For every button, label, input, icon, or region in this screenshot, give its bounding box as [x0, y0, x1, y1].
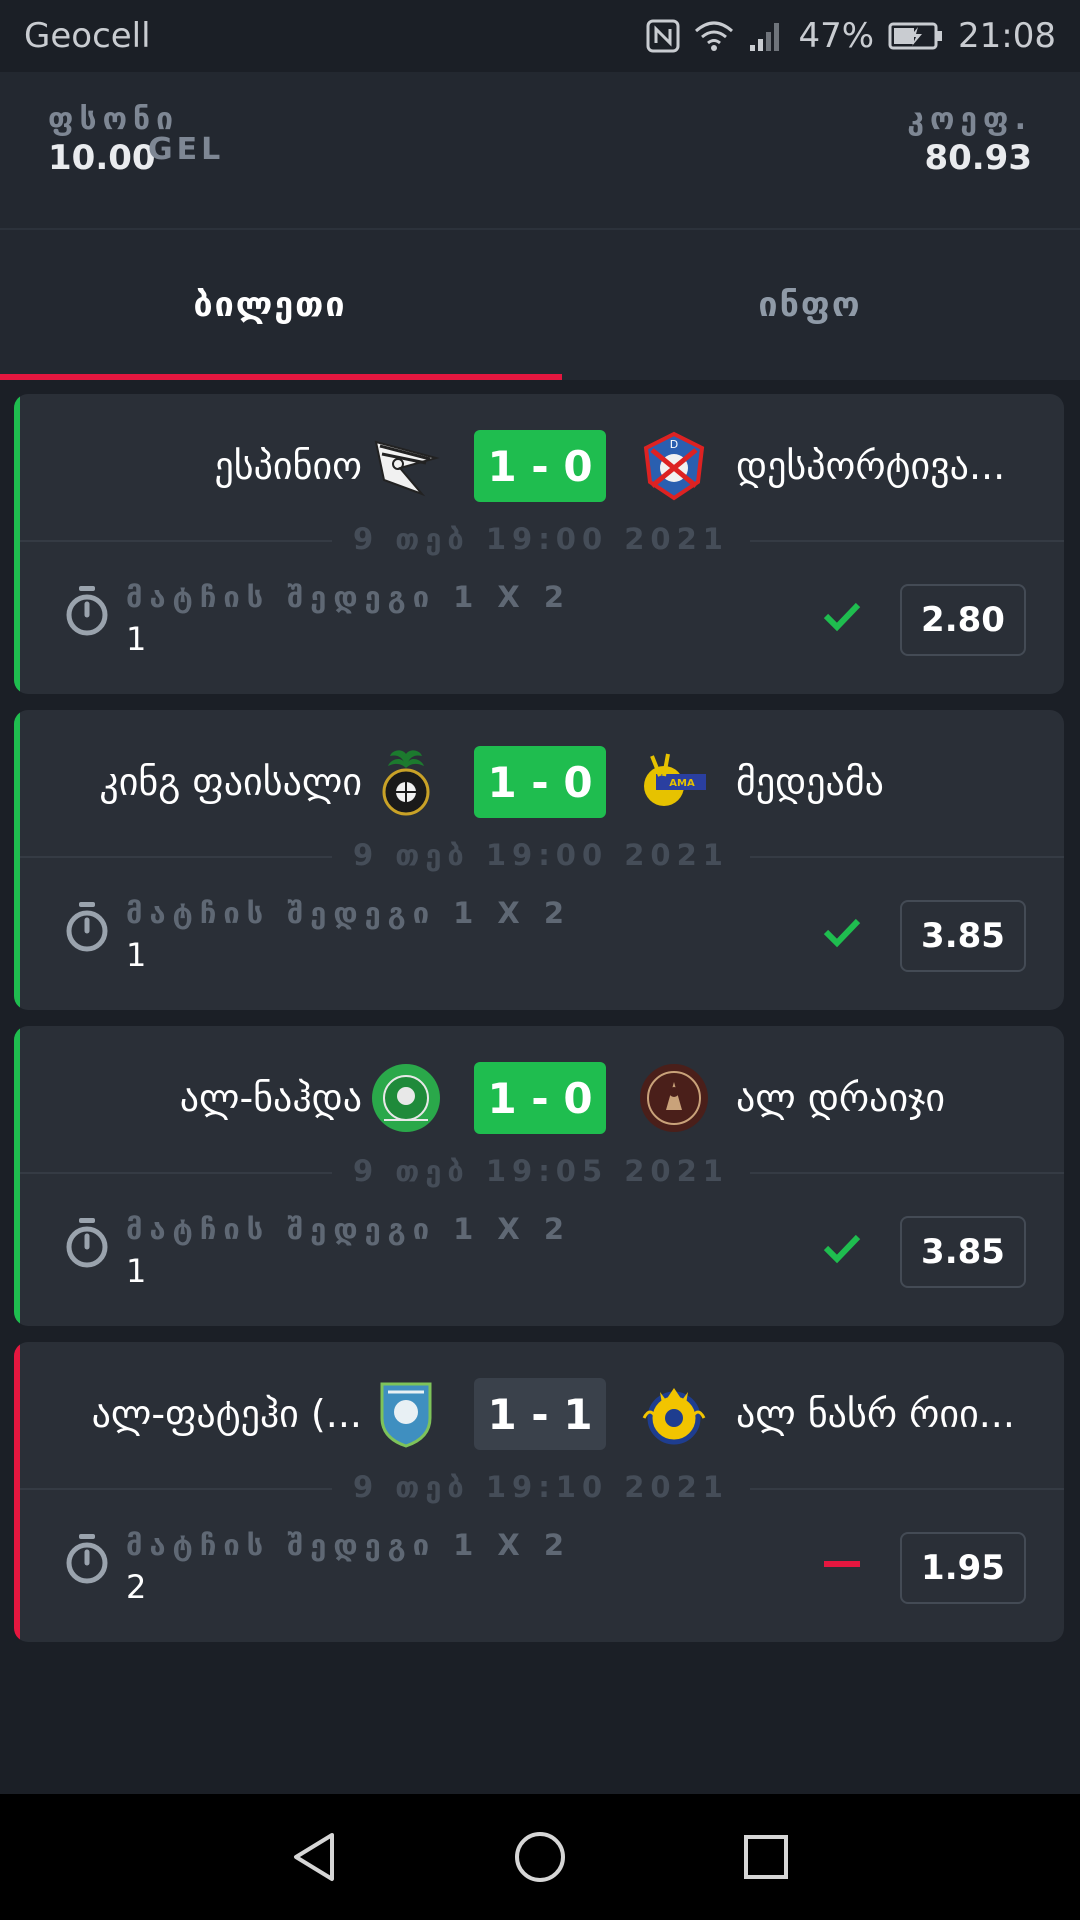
away-team-logo-icon: AMA	[638, 746, 710, 818]
match-row: კინგ ფაისალი 1 - 0 AMA მედეამა	[14, 746, 1064, 818]
divider	[750, 856, 1064, 858]
market-name: მატჩის შედეგი 1 X 2	[126, 896, 572, 930]
signal-icon	[748, 19, 784, 53]
away-team-logo-icon	[638, 1378, 710, 1450]
bet-card[interactable]: კინგ ფაისალი 1 - 0 AMA მედეამა 9 თებ 19:…	[14, 710, 1064, 1010]
match-score: 1 - 0	[474, 1062, 606, 1134]
divider	[20, 856, 332, 858]
battery-charging-icon	[888, 21, 944, 51]
home-team-logo-icon	[370, 1062, 442, 1134]
match-row: ესპინიო 1 - 0 D დესპორტივა...	[14, 430, 1064, 502]
home-team-logo-icon	[370, 1378, 442, 1450]
divider	[20, 1172, 332, 1174]
home-team-name: ესპინიო	[214, 444, 362, 488]
home-team-logo-icon	[370, 430, 442, 502]
match-date: 9 თებ 19:00 2021	[353, 838, 729, 872]
odds-box: 2.80	[900, 584, 1026, 656]
divider	[750, 1172, 1064, 1174]
status-indicators: 47% 21:08	[646, 16, 1056, 56]
selection: 1	[126, 1252, 147, 1290]
check-icon	[823, 602, 861, 632]
market-name: მატჩის შედეგი 1 X 2	[126, 1528, 572, 1562]
bet-list: ესპინიო 1 - 0 D დესპორტივა... 9 თებ 19:0…	[14, 394, 1064, 1642]
home-team-logo-icon	[370, 746, 442, 818]
match-row: ალ-ფატეჰი (... 1 - 1 ალ ნასრ რიი...	[14, 1378, 1064, 1450]
divider	[20, 1488, 332, 1490]
divider	[750, 1488, 1064, 1490]
back-triangle-icon	[294, 1833, 334, 1881]
match-date: 9 თებ 19:10 2021	[353, 1470, 729, 1504]
recents-button[interactable]	[738, 1829, 794, 1885]
odds-label: კოეფ.	[907, 102, 1032, 137]
away-team-logo-icon	[638, 1062, 710, 1134]
odds-box: 3.85	[900, 1216, 1026, 1288]
market-name: მატჩის შედეგი 1 X 2	[126, 580, 572, 614]
stopwatch-icon	[66, 1218, 108, 1268]
stopwatch-icon	[66, 1534, 108, 1584]
nfc-icon	[646, 19, 680, 53]
status-bar: Geocell 47% 21:08	[0, 0, 1080, 72]
stopwatch-icon	[66, 902, 108, 952]
home-button[interactable]	[512, 1829, 568, 1885]
home-circle-icon	[515, 1832, 565, 1882]
divider	[750, 540, 1064, 542]
wifi-icon	[694, 19, 734, 53]
home-team-name: ალ-ნაჰდა	[179, 1076, 362, 1120]
away-team-name: ალ დრაიჯი	[736, 1076, 946, 1120]
away-team-name: ალ ნასრ რიი...	[736, 1392, 1015, 1436]
tab-ticket[interactable]: ბილეთი	[0, 230, 540, 380]
match-date: 9 თებ 19:05 2021	[353, 1154, 729, 1188]
away-team-logo-icon: D	[638, 430, 710, 502]
clock: 21:08	[958, 16, 1056, 56]
back-button[interactable]	[286, 1829, 342, 1885]
svg-text:AMA: AMA	[669, 778, 695, 789]
market-name: მატჩის შედეგი 1 X 2	[126, 1212, 572, 1246]
tab-info[interactable]: ინფო	[540, 230, 1080, 380]
selection: 1	[126, 936, 147, 974]
odds-box: 1.95	[900, 1532, 1026, 1604]
stake-value: 10.00	[48, 138, 156, 178]
minus-icon	[824, 1561, 860, 1567]
home-team-name: კინგ ფაისალი	[99, 760, 362, 804]
stopwatch-icon	[66, 586, 108, 636]
divider	[20, 540, 332, 542]
svg-text:D: D	[670, 438, 678, 451]
tab-info-label: ინფო	[758, 285, 862, 325]
total-odds-value: 80.93	[924, 138, 1032, 178]
stake-currency: GEL	[148, 132, 225, 167]
odds-box: 3.85	[900, 900, 1026, 972]
match-score: 1 - 0	[474, 430, 606, 502]
navigation-bar	[0, 1794, 1080, 1920]
check-icon	[823, 1234, 861, 1264]
tab-ticket-label: ბილეთი	[193, 285, 347, 325]
active-tab-indicator	[0, 374, 562, 380]
check-icon	[823, 918, 861, 948]
match-score: 1 - 1	[474, 1378, 606, 1450]
bet-card[interactable]: ალ-ნაჰდა 1 - 0 ალ დრაიჯი 9 თებ 19:05 202…	[14, 1026, 1064, 1326]
ticket-header: ფსონი 10.00 GEL კოეფ. 80.93	[0, 72, 1080, 230]
match-date: 9 თებ 19:00 2021	[353, 522, 729, 556]
carrier-name: Geocell	[24, 16, 151, 56]
home-team-name: ალ-ფატეჰი (...	[91, 1392, 362, 1436]
battery-percent: 47%	[798, 16, 875, 56]
away-team-name: მედეამა	[736, 760, 884, 804]
match-score: 1 - 0	[474, 746, 606, 818]
selection: 2	[126, 1568, 147, 1606]
bet-card[interactable]: ალ-ფატეჰი (... 1 - 1 ალ ნასრ რიი... 9 თე…	[14, 1342, 1064, 1642]
tab-bar: ბილეთი ინფო	[0, 230, 1080, 380]
bet-card[interactable]: ესპინიო 1 - 0 D დესპორტივა... 9 თებ 19:0…	[14, 394, 1064, 694]
match-row: ალ-ნაჰდა 1 - 0 ალ დრაიჯი	[14, 1062, 1064, 1134]
recents-square-icon	[744, 1835, 788, 1879]
selection: 1	[126, 620, 147, 658]
away-team-name: დესპორტივა...	[736, 444, 1006, 488]
